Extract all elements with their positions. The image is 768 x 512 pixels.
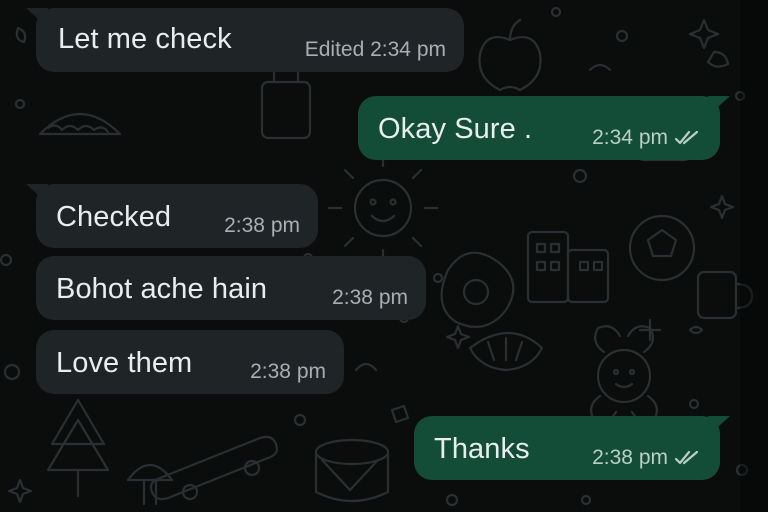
double-check-icon — [674, 450, 699, 465]
message-text: Love them — [56, 347, 193, 379]
incoming-message[interactable]: Checked 2:38 pm — [26, 184, 318, 248]
bubble-tail-icon — [26, 8, 48, 28]
message-time: 2:38 pm — [332, 286, 408, 309]
message-time: 2:38 pm — [592, 446, 668, 469]
bubble-tail-icon — [708, 96, 730, 116]
message-meta: 2:38 pm — [224, 214, 300, 238]
message-text: Okay Sure . — [378, 113, 533, 145]
message-time: Edited 2:34 pm — [304, 38, 446, 61]
double-check-icon — [674, 130, 699, 145]
message-meta: 2:38 pm — [592, 446, 702, 470]
incoming-message[interactable]: Bohot ache hain 2:38 pm — [36, 256, 426, 320]
chat-thread: Let me check Edited 2:34 pm Okay Sure . … — [0, 0, 768, 512]
message-text: Thanks — [434, 433, 530, 465]
message-time: 2:38 pm — [224, 214, 300, 237]
bubble-tail-icon — [708, 416, 730, 436]
message-meta: Edited 2:34 pm — [305, 38, 446, 62]
message-text: Bohot ache hain — [56, 273, 268, 305]
message-meta: 2:34 pm — [592, 126, 702, 150]
message-meta: 2:38 pm — [332, 286, 408, 310]
bubble-tail-icon — [26, 184, 48, 204]
message-text: Checked — [56, 201, 172, 233]
message-time: 2:38 pm — [250, 360, 326, 383]
message-text: Let me check — [58, 23, 232, 55]
incoming-message[interactable]: Love them 2:38 pm — [36, 330, 344, 394]
outgoing-message[interactable]: Okay Sure . 2:34 pm — [358, 96, 730, 160]
message-time: 2:34 pm — [592, 126, 668, 149]
message-meta: 2:38 pm — [250, 360, 326, 384]
outgoing-message[interactable]: Thanks 2:38 pm — [414, 416, 730, 480]
incoming-message[interactable]: Let me check Edited 2:34 pm — [26, 8, 464, 72]
